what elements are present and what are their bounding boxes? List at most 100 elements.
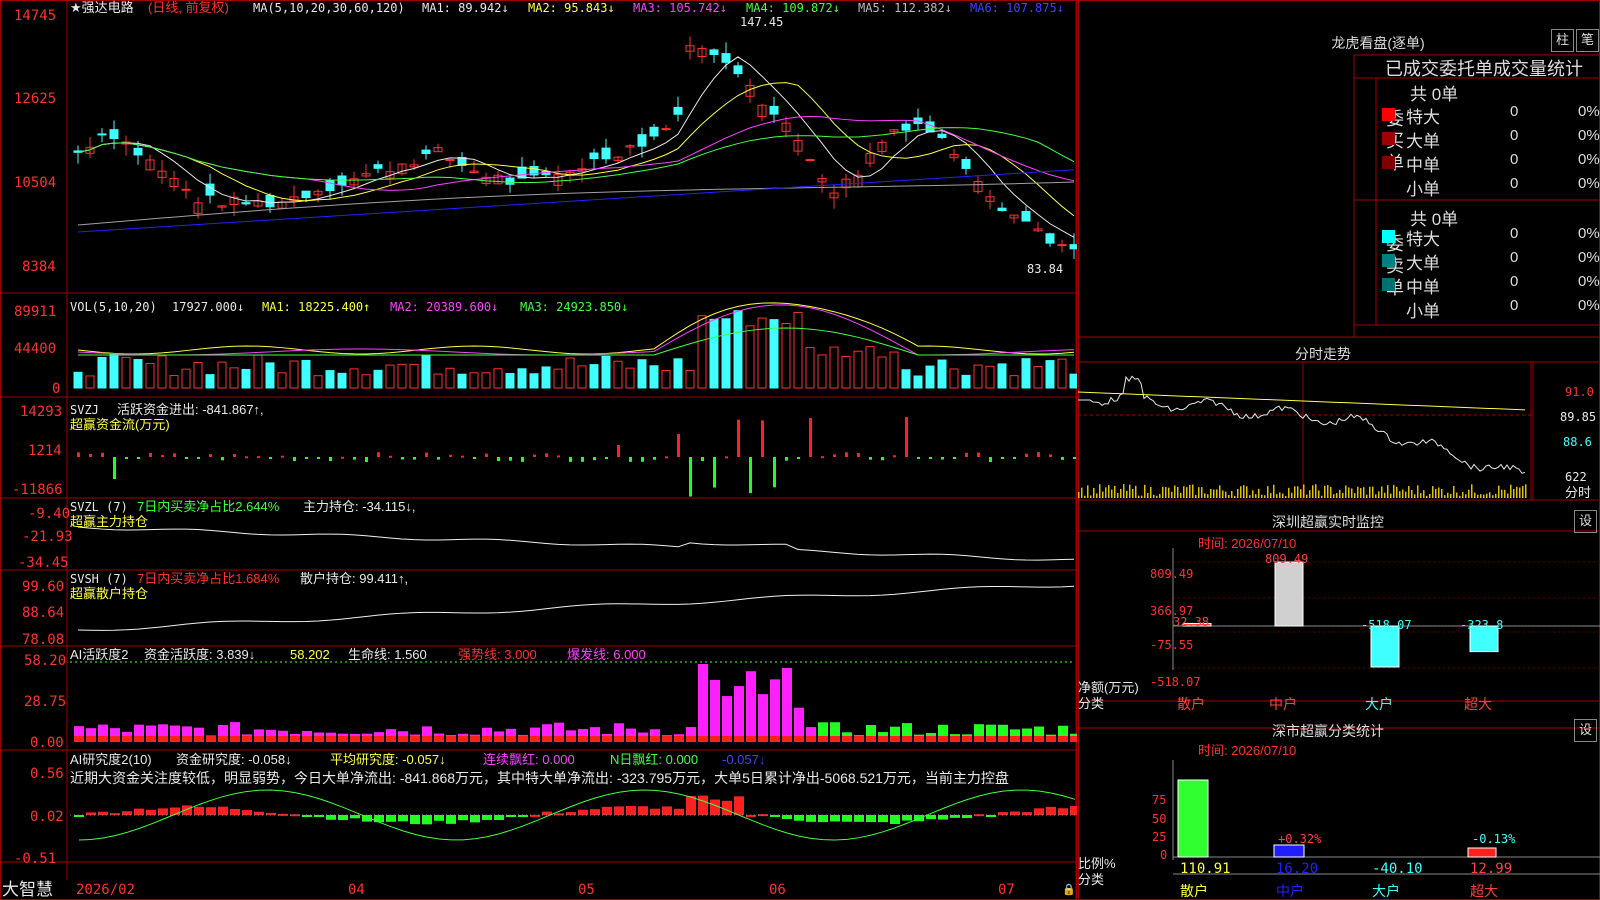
longhu-title: 龙虎看盘(逐单) [1331, 35, 1425, 51]
ai2-axis-3: 0.00 [30, 735, 64, 751]
svzj-bar [1001, 457, 1004, 459]
fenshi-volume-bar [1108, 485, 1110, 498]
volume-bar [565, 357, 575, 389]
column-view-button[interactable]: 柱 [1551, 29, 1574, 52]
fenshi-volume-bar [1156, 495, 1158, 498]
buy-row-label: 中单 [1406, 156, 1440, 175]
fenshi-volume-bar [1477, 494, 1479, 498]
fenshi-volume-bar [1237, 489, 1239, 498]
volume-bar [205, 374, 215, 389]
volume-bar [541, 366, 551, 389]
sz-monitor-settings-button[interactable]: 设 [1574, 510, 1597, 533]
ai2-base [338, 736, 348, 742]
fenshi-volume-bar [1312, 485, 1314, 498]
ai2-base [182, 736, 192, 742]
fenshi-volume-bar [1114, 485, 1116, 498]
svzj-bar [857, 453, 860, 457]
ai2-base [254, 736, 264, 742]
sz-class-settings-button[interactable]: 设 [1574, 719, 1597, 742]
sell-row-percent: 0% [1578, 249, 1600, 266]
sz-class-title: 深市超赢分类统计 [1272, 723, 1384, 739]
volume-bar [841, 355, 851, 389]
fenshi-volume-bar [1324, 485, 1326, 498]
fenshi-volume-bar [1081, 487, 1083, 498]
fenshi-volume-bar [1507, 493, 1509, 498]
date-axis-3: 05 [578, 882, 595, 898]
air-bar [206, 807, 216, 815]
ai2-base [242, 736, 252, 742]
fenshi-volume-bar [1459, 495, 1461, 498]
sell-0-color-swatch [1382, 230, 1395, 243]
ai2-base [758, 736, 768, 742]
volume-bar [109, 353, 119, 389]
high-price-mark: 147.45 [740, 15, 784, 29]
lock-icon[interactable]: 🔒 [1062, 883, 1076, 897]
fenshi-volume-bar [1177, 487, 1179, 498]
sz-class-time: 时间: 2026/07/10 [1198, 743, 1297, 758]
fenshi-volume-bar [1111, 489, 1113, 498]
ai2-base [662, 736, 672, 742]
fenshi-volume-bar [1366, 494, 1368, 498]
air-bar [422, 815, 432, 825]
ai2-base [362, 736, 372, 742]
air-bar [470, 815, 480, 823]
volume-bar [793, 311, 803, 389]
fenshi-volume-bar [1453, 485, 1455, 498]
sz-class-bar [1177, 779, 1209, 858]
fenshi-volume-bar [1399, 491, 1401, 498]
ai2-bar [698, 664, 708, 742]
sell-row-label: 特大 [1406, 230, 1440, 249]
ai2-base [578, 736, 588, 742]
svzj-bar [329, 457, 332, 462]
svzj-bar [377, 452, 380, 457]
ai2-label: AI活跃度2 [70, 647, 129, 662]
svzj-bar [977, 452, 980, 457]
air-axis-2: 0.02 [30, 809, 64, 825]
volume-bar [817, 354, 827, 389]
air-bar [794, 815, 804, 821]
volume-bar [589, 364, 599, 389]
candle-body [673, 106, 683, 115]
fenshi-volume-bar [1258, 488, 1260, 498]
candle-body [1045, 233, 1055, 244]
fenshi-volume-bar [1348, 487, 1350, 498]
sell-row-count: 0 [1510, 273, 1519, 290]
volume-bar [745, 325, 755, 389]
chart-mode[interactable]: (日线, 前复权) [148, 1, 229, 15]
air-bar [194, 806, 204, 815]
fenshi-axis-4: 622 [1565, 470, 1587, 484]
svzj-bar [413, 457, 416, 460]
fenshi-volume-bar [1306, 494, 1308, 498]
volume-bar [997, 363, 1007, 389]
volume-bar [337, 372, 347, 389]
volume-bar [865, 346, 875, 389]
svzj-bar [989, 457, 992, 462]
ai2-base [806, 736, 816, 742]
main-chart-area[interactable]: ★强达电路 (日线, 前复权) MA(5,10,20,30,60,120) MA… [0, 0, 1077, 900]
ai2-base [1070, 736, 1077, 742]
fenshi-volume-bar [1117, 492, 1119, 498]
stock-name: ★强达电路 [70, 0, 134, 15]
tick-view-button[interactable]: 笔 [1576, 29, 1599, 52]
fenshi-volume-bar [1135, 485, 1137, 498]
ai2-base [830, 736, 840, 742]
candle-body [445, 159, 455, 162]
volume-bar [181, 368, 191, 389]
ai2-base [974, 736, 984, 742]
fenshi-volume-bar [1333, 494, 1335, 498]
fenshi-volume-bar [1381, 486, 1383, 498]
air-bar [926, 815, 936, 820]
ai2-base [986, 736, 996, 742]
fenshi-volume-bar [1327, 485, 1329, 498]
fenshi-volume-bar [1231, 490, 1233, 498]
svzj-bar [737, 419, 740, 457]
air-bar [878, 815, 888, 823]
fenshi-volume-bar [1129, 484, 1131, 498]
volume-bar [409, 363, 419, 389]
fenshi-volume-bar [1183, 486, 1185, 498]
candle-body [241, 202, 251, 205]
volume-bar [229, 367, 239, 389]
fenshi-volume-bar [1249, 495, 1251, 498]
air-bar [590, 809, 600, 815]
fenshi-volume-bar [1120, 488, 1122, 498]
